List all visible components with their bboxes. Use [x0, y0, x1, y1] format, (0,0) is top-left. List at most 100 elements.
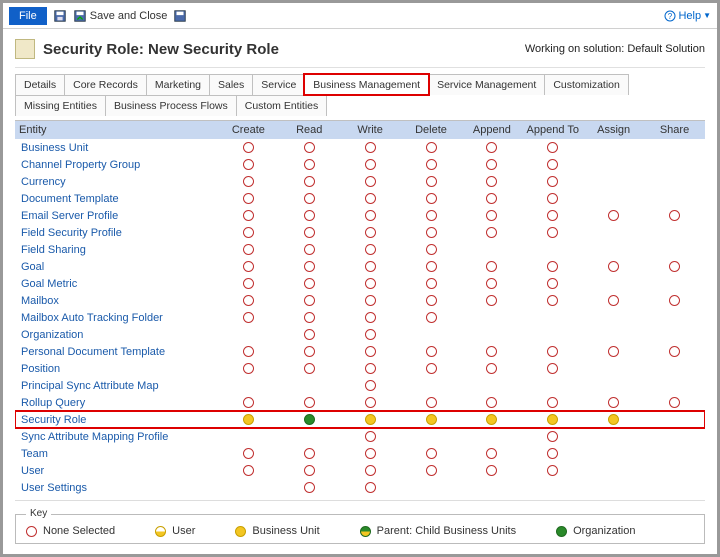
privilege-level-none-icon[interactable] [608, 261, 619, 272]
privilege-cell[interactable] [401, 190, 462, 207]
privilege-level-none-icon[interactable] [365, 159, 376, 170]
privilege-cell[interactable] [279, 360, 340, 377]
privilege-level-none-icon[interactable] [304, 244, 315, 255]
entity-name-cell[interactable]: Principal Sync Attribute Map [15, 377, 218, 394]
privilege-level-none-icon[interactable] [243, 159, 254, 170]
privilege-cell[interactable] [461, 360, 522, 377]
tab-service-management[interactable]: Service Management [428, 74, 545, 95]
privilege-cell[interactable] [340, 411, 401, 428]
privilege-level-none-icon[interactable] [304, 363, 315, 374]
privilege-level-none-icon[interactable] [304, 295, 315, 306]
privilege-cell[interactable] [218, 445, 279, 462]
privilege-cell[interactable] [218, 462, 279, 479]
privilege-cell[interactable] [340, 445, 401, 462]
privilege-level-none-icon[interactable] [365, 465, 376, 476]
privilege-cell[interactable] [340, 241, 401, 258]
privilege-cell[interactable] [340, 428, 401, 445]
privilege-level-none-icon[interactable] [486, 227, 497, 238]
privilege-level-none-icon[interactable] [426, 346, 437, 357]
privilege-level-none-icon[interactable] [243, 397, 254, 408]
privilege-level-none-icon[interactable] [243, 261, 254, 272]
privilege-cell[interactable] [461, 224, 522, 241]
privilege-cell[interactable] [279, 462, 340, 479]
privilege-level-none-icon[interactable] [608, 397, 619, 408]
privilege-level-none-icon[interactable] [365, 210, 376, 221]
privilege-cell[interactable] [279, 326, 340, 343]
privilege-level-none-icon[interactable] [486, 210, 497, 221]
privilege-level-none-icon[interactable] [365, 278, 376, 289]
privilege-level-none-icon[interactable] [365, 346, 376, 357]
privilege-cell[interactable] [522, 139, 583, 156]
privilege-cell[interactable] [279, 343, 340, 360]
privilege-level-none-icon[interactable] [608, 295, 619, 306]
privilege-level-none-icon[interactable] [547, 193, 558, 204]
privilege-cell[interactable] [401, 139, 462, 156]
privilege-cell[interactable] [340, 258, 401, 275]
privilege-level-none-icon[interactable] [304, 261, 315, 272]
privilege-level-none-icon[interactable] [486, 465, 497, 476]
privilege-cell[interactable] [401, 394, 462, 411]
entity-name-cell[interactable]: Email Server Profile [15, 207, 218, 224]
privilege-level-none-icon[interactable] [547, 431, 558, 442]
grid-header-append-to[interactable]: Append To [522, 121, 583, 139]
privilege-cell[interactable] [279, 139, 340, 156]
entity-name-cell[interactable]: Position [15, 360, 218, 377]
privilege-cell[interactable] [583, 207, 644, 224]
privilege-cell[interactable] [522, 411, 583, 428]
file-menu-button[interactable]: File [9, 7, 47, 25]
privilege-cell[interactable] [340, 479, 401, 496]
privilege-cell[interactable] [279, 275, 340, 292]
privilege-level-none-icon[interactable] [365, 142, 376, 153]
privilege-level-none-icon[interactable] [547, 142, 558, 153]
entity-name-cell[interactable]: Currency [15, 173, 218, 190]
privilege-level-none-icon[interactable] [304, 210, 315, 221]
privilege-level-none-icon[interactable] [669, 261, 680, 272]
privilege-level-none-icon[interactable] [426, 312, 437, 323]
privilege-cell[interactable] [401, 292, 462, 309]
privilege-cell[interactable] [644, 258, 705, 275]
privilege-cell[interactable] [461, 139, 522, 156]
privilege-level-none-icon[interactable] [486, 278, 497, 289]
privilege-level-none-icon[interactable] [304, 312, 315, 323]
privilege-level-none-icon[interactable] [426, 448, 437, 459]
privilege-level-bu-icon[interactable] [486, 414, 497, 425]
privilege-level-none-icon[interactable] [365, 380, 376, 391]
tab-sales[interactable]: Sales [209, 74, 253, 95]
privilege-cell[interactable] [340, 343, 401, 360]
privilege-cell[interactable] [461, 343, 522, 360]
privilege-level-none-icon[interactable] [365, 261, 376, 272]
entity-name-cell[interactable]: Goal [15, 258, 218, 275]
privilege-cell[interactable] [522, 462, 583, 479]
privilege-level-none-icon[interactable] [547, 465, 558, 476]
privilege-level-none-icon[interactable] [365, 329, 376, 340]
privilege-cell[interactable] [279, 411, 340, 428]
privilege-cell[interactable] [279, 173, 340, 190]
privilege-cell[interactable] [522, 394, 583, 411]
privilege-level-none-icon[interactable] [547, 227, 558, 238]
privilege-cell[interactable] [340, 173, 401, 190]
privilege-cell[interactable] [218, 394, 279, 411]
privilege-level-none-icon[interactable] [669, 346, 680, 357]
privilege-level-none-icon[interactable] [547, 159, 558, 170]
tab-missing-entities[interactable]: Missing Entities [15, 95, 106, 116]
privilege-cell[interactable] [401, 309, 462, 326]
privilege-level-none-icon[interactable] [426, 278, 437, 289]
privilege-cell[interactable] [401, 173, 462, 190]
privilege-cell[interactable] [279, 224, 340, 241]
privilege-cell[interactable] [461, 207, 522, 224]
privilege-level-none-icon[interactable] [365, 193, 376, 204]
privilege-cell[interactable] [218, 224, 279, 241]
privilege-cell[interactable] [279, 445, 340, 462]
entity-name-cell[interactable]: Sync Attribute Mapping Profile [15, 428, 218, 445]
privilege-cell[interactable] [461, 445, 522, 462]
entity-name-cell[interactable]: User [15, 462, 218, 479]
privilege-cell[interactable] [461, 190, 522, 207]
privilege-level-none-icon[interactable] [426, 142, 437, 153]
actions-button[interactable] [173, 9, 187, 23]
entity-name-cell[interactable]: Personal Document Template [15, 343, 218, 360]
privilege-cell[interactable] [340, 326, 401, 343]
privilege-cell[interactable] [279, 258, 340, 275]
privilege-level-none-icon[interactable] [243, 227, 254, 238]
privilege-cell[interactable] [522, 445, 583, 462]
privilege-level-none-icon[interactable] [486, 448, 497, 459]
